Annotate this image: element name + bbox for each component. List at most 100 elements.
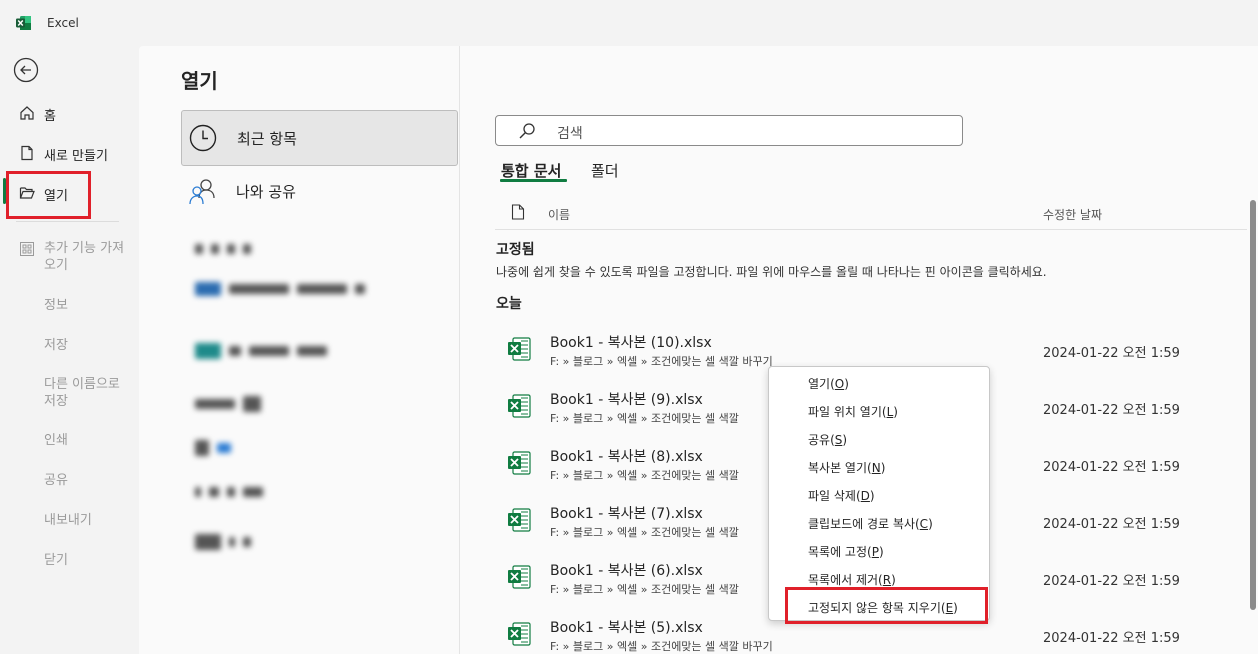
nav-close[interactable]: 닫기 xyxy=(44,552,68,569)
nav-save[interactable]: 저장 xyxy=(44,337,68,354)
location-shared-label: 나와 공유 xyxy=(236,183,296,201)
nav-home-label: 홈 xyxy=(44,109,56,124)
context-menu-item[interactable]: 클립보드에 경로 복사(C) xyxy=(769,508,989,536)
excel-file-icon xyxy=(508,451,531,475)
search-icon xyxy=(519,123,535,139)
file-type-icon xyxy=(511,204,525,220)
file-name: Book1 - 복사본 (5).xlsx xyxy=(550,620,703,636)
redacted-location[interactable] xyxy=(195,241,259,259)
file-date: 2024-01-22 오전 1:59 xyxy=(1043,403,1180,418)
column-modified[interactable]: 수정한 날짜 xyxy=(1043,206,1102,223)
nav-info[interactable]: 정보 xyxy=(44,297,68,314)
file-path: F: » 블로그 » 엑셀 » 조건에맞는 셀 색깔 xyxy=(550,469,739,482)
file-date: 2024-01-22 오전 1:59 xyxy=(1043,631,1180,646)
tab-workbooks[interactable]: 통합 문서 xyxy=(501,160,561,181)
column-name[interactable]: 이름 xyxy=(548,206,570,223)
menu-item-text: 목록에서 제거( xyxy=(808,573,883,587)
excel-file-icon xyxy=(508,508,531,532)
file-name: Book1 - 복사본 (9).xlsx xyxy=(550,392,703,408)
redacted-location[interactable] xyxy=(195,534,259,552)
nav-saveas-label-1: 다른 이름으로 xyxy=(44,377,120,392)
menu-item-text: 복사본 열기( xyxy=(808,461,872,475)
menu-item-text: 파일 삭제( xyxy=(808,489,861,503)
file-name: Book1 - 복사본 (8).xlsx xyxy=(550,449,703,465)
redacted-location[interactable] xyxy=(195,281,373,299)
location-recent-label: 최근 항목 xyxy=(237,130,297,148)
nav-new[interactable]: 새로 만들기 xyxy=(0,134,139,172)
menu-item-text: 클립보드에 경로 복사( xyxy=(808,517,920,531)
nav-share[interactable]: 공유 xyxy=(44,472,68,489)
header-divider xyxy=(495,229,1247,230)
menu-item-accelerator: P xyxy=(871,545,879,559)
excel-file-icon xyxy=(508,394,531,418)
menu-item-text: 열기( xyxy=(808,377,835,391)
tab-folders[interactable]: 폴더 xyxy=(591,160,619,181)
file-path: F: » 블로그 » 엑셀 » 조건에맞는 셀 색깔 xyxy=(550,583,739,596)
redacted-location[interactable] xyxy=(195,343,335,361)
menu-item-accelerator: R xyxy=(882,573,892,587)
pinned-title: 고정됨 xyxy=(496,242,535,258)
file-path: F: » 블로그 » 엑셀 » 조건에맞는 셀 색깔 xyxy=(550,412,739,425)
menu-item-text: 목록에 고정( xyxy=(808,545,872,559)
context-menu-item[interactable]: 공유(S) xyxy=(769,424,989,452)
menu-item-end: ) xyxy=(844,377,849,391)
nav-print[interactable]: 인쇄 xyxy=(44,432,68,449)
document-icon xyxy=(21,145,33,161)
menu-item-end: ) xyxy=(891,573,896,587)
location-shared[interactable]: 나와 공유 xyxy=(181,164,458,220)
nav-home[interactable]: 홈 xyxy=(0,94,139,132)
nav-addins[interactable]: 추가 기능 가져 오기 xyxy=(0,238,139,278)
back-arrow-icon[interactable] xyxy=(13,57,39,83)
nav-export[interactable]: 내보내기 xyxy=(44,512,92,529)
locations-panel: 최근 항목 나와 공유 xyxy=(175,110,460,580)
nav-separator xyxy=(16,221,119,222)
excel-file-icon xyxy=(508,565,531,589)
context-menu-item[interactable]: 복사본 열기(N) xyxy=(769,452,989,480)
nav-saveas[interactable]: 다른 이름으로 저장 xyxy=(0,376,139,412)
menu-item-accelerator: O xyxy=(834,377,845,391)
menu-item-text: 파일 위치 열기( xyxy=(808,405,887,419)
redacted-location[interactable] xyxy=(195,396,269,414)
context-menu-item[interactable]: 열기(O) xyxy=(769,368,989,396)
file-path: F: » 블로그 » 엑셀 » 조건에맞는 셀 색깔 xyxy=(550,526,739,539)
page-title: 열기 xyxy=(181,69,218,93)
nav-addins-label-1: 추가 기능 가져 xyxy=(44,241,125,256)
menu-item-accelerator: N xyxy=(871,461,881,475)
menu-item-end: ) xyxy=(893,405,898,419)
menu-item-end: ) xyxy=(928,517,933,531)
file-date: 2024-01-22 오전 1:59 xyxy=(1043,346,1180,361)
excel-logo-icon xyxy=(16,16,31,30)
excel-file-icon xyxy=(508,337,531,361)
menu-item-accelerator: D xyxy=(860,489,870,503)
backstage-nav: 홈 새로 만들기 열기 추가 기능 가져 오기 정보 저장 다른 이름으로 저장… xyxy=(0,46,139,654)
menu-item-end: ) xyxy=(878,545,884,559)
file-date: 2024-01-22 오전 1:59 xyxy=(1043,460,1180,475)
file-path: F: » 블로그 » 엑셀 » 조건에맞는 셀 색깔 바꾸기 xyxy=(550,640,773,653)
clock-icon xyxy=(189,124,217,152)
scrollbar[interactable] xyxy=(1250,200,1256,610)
nav-new-label: 새로 만들기 xyxy=(44,149,108,164)
pinned-note: 나중에 쉽게 찾을 수 있도록 파일을 고정합니다. 파일 위에 마우스를 올릴… xyxy=(496,265,1047,279)
context-menu-item[interactable]: 목록에 고정(P) xyxy=(769,536,989,564)
location-recent[interactable]: 최근 항목 xyxy=(181,110,458,166)
excel-file-icon xyxy=(508,622,531,646)
highlight-box-open xyxy=(6,171,91,219)
menu-item-accelerator: C xyxy=(919,517,929,531)
context-menu-item[interactable]: 파일 위치 열기(L) xyxy=(769,396,989,424)
menu-item-text: 공유( xyxy=(808,433,835,447)
app-title: Excel xyxy=(47,16,79,30)
redacted-location[interactable] xyxy=(195,440,239,458)
menu-item-end: ) xyxy=(869,489,875,503)
search-box[interactable]: 검색 xyxy=(495,115,963,146)
menu-item-end: ) xyxy=(842,433,848,447)
home-icon xyxy=(20,106,34,120)
nav-addins-label-2: 오기 xyxy=(44,258,68,273)
panel-divider xyxy=(459,46,460,654)
file-name: Book1 - 복사본 (6).xlsx xyxy=(550,563,703,579)
context-menu-item[interactable]: 파일 삭제(D) xyxy=(769,480,989,508)
people-icon xyxy=(189,179,215,205)
file-name: Book1 - 복사본 (10).xlsx xyxy=(550,335,712,351)
today-title: 오늘 xyxy=(496,296,522,312)
redacted-location[interactable] xyxy=(195,484,271,502)
grid-icon xyxy=(20,242,34,256)
